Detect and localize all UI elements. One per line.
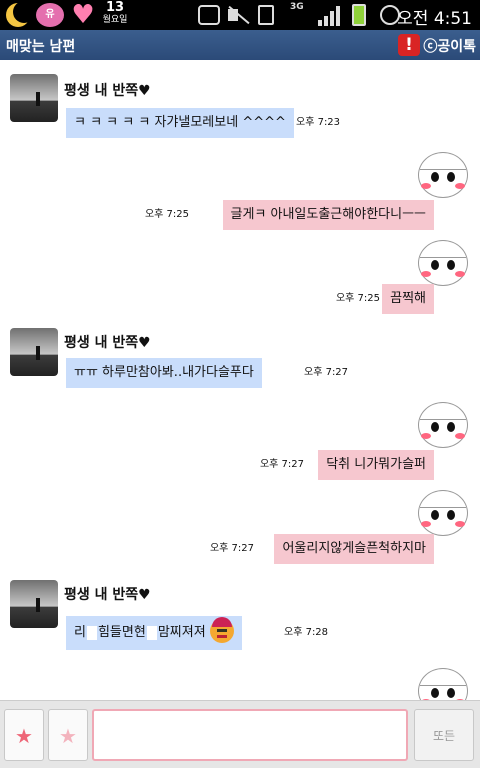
- ball-icon: 유: [36, 3, 64, 27]
- face-avatar-icon: [416, 666, 472, 700]
- battery-icon: [352, 4, 366, 26]
- sender-name: 평생 내 반쪽♥: [64, 587, 151, 603]
- network-label: 3G: [290, 2, 304, 12]
- message-bubble[interactable]: 끔찍해: [382, 284, 434, 314]
- square-glyph: [86, 625, 97, 640]
- vibrate-icon: [258, 5, 274, 25]
- input-bar: ★ ★ 또든: [0, 700, 480, 768]
- status-bar: 유 ♥ 13 월요일 3G 오전 4:51: [0, 0, 480, 30]
- brand-label: ⓒ공이톡: [423, 39, 476, 55]
- message-time: 오후 7:27: [304, 367, 349, 378]
- face-avatar-icon: [416, 400, 472, 454]
- message-time: 오후 7:25: [144, 209, 189, 220]
- emoticon-button[interactable]: ★: [4, 709, 44, 761]
- message-time: 오후 7:27: [259, 459, 304, 470]
- star-icon: ★: [15, 724, 33, 748]
- face-avatar-icon: [416, 150, 472, 204]
- alert-icon[interactable]: !: [398, 34, 420, 56]
- send-button[interactable]: 또든: [414, 709, 474, 761]
- sticker-button[interactable]: ★: [48, 709, 88, 761]
- heart-icon: ♥: [71, 0, 95, 30]
- avatar[interactable]: [10, 74, 58, 122]
- weekday-label: 월요일: [102, 15, 128, 25]
- chat-area[interactable]: 평생 내 반쪽♥ ㅋ ㅋ ㅋ ㅋ ㅋ 자갸낼모레보네 ^^^^ 오후 7:23 …: [0, 60, 480, 700]
- date-widget: 13 월요일: [100, 1, 130, 27]
- message-bubble[interactable]: ㅠㅠ 하루만참아봐..내가다슬푸다: [66, 358, 262, 388]
- screen-icon: [198, 5, 220, 25]
- sender-name: 평생 내 반쪽♥: [64, 335, 151, 351]
- moon-icon: [6, 1, 35, 27]
- message-bubble[interactable]: 어울리지않게슬픈척하지마: [274, 534, 434, 564]
- message-time: 오후 7:25: [335, 293, 380, 304]
- emoticon-icon: [209, 617, 234, 643]
- message-time: 오후 7:23: [296, 117, 341, 128]
- square-glyph: [146, 625, 157, 640]
- avatar[interactable]: [10, 580, 58, 628]
- signal-icon: [318, 6, 340, 26]
- message-bubble[interactable]: 글게ㅋ 아내일도출근해야한다니ㅡㅡ: [222, 200, 434, 230]
- avatar[interactable]: [10, 328, 58, 376]
- message-time: 오후 7:27: [209, 543, 254, 554]
- star-icon: ★: [59, 724, 77, 748]
- message-text-part: 맘찌져져: [157, 625, 206, 640]
- status-time: 오전 4:51: [397, 9, 472, 29]
- date-number: 13: [105, 0, 125, 15]
- chat-title: 매맞는 남편: [6, 39, 76, 55]
- message-time: 오후 7:28: [284, 627, 329, 638]
- message-input[interactable]: [92, 709, 408, 761]
- mute-icon: [226, 5, 248, 25]
- title-bar: 매맞는 남편 ! ⓒ공이톡: [0, 30, 480, 60]
- message-bubble[interactable]: 닥취 니가뭐가슬퍼: [318, 450, 434, 480]
- message-bubble[interactable]: 리 힘들면현 맘찌져져: [66, 616, 242, 650]
- message-text-part: 힘들면현: [97, 625, 146, 640]
- message-bubble[interactable]: ㅋ ㅋ ㅋ ㅋ ㅋ 자갸낼모레보네 ^^^^: [66, 108, 294, 138]
- sender-name: 평생 내 반쪽♥: [64, 83, 151, 99]
- message-text-part: 리: [74, 625, 86, 640]
